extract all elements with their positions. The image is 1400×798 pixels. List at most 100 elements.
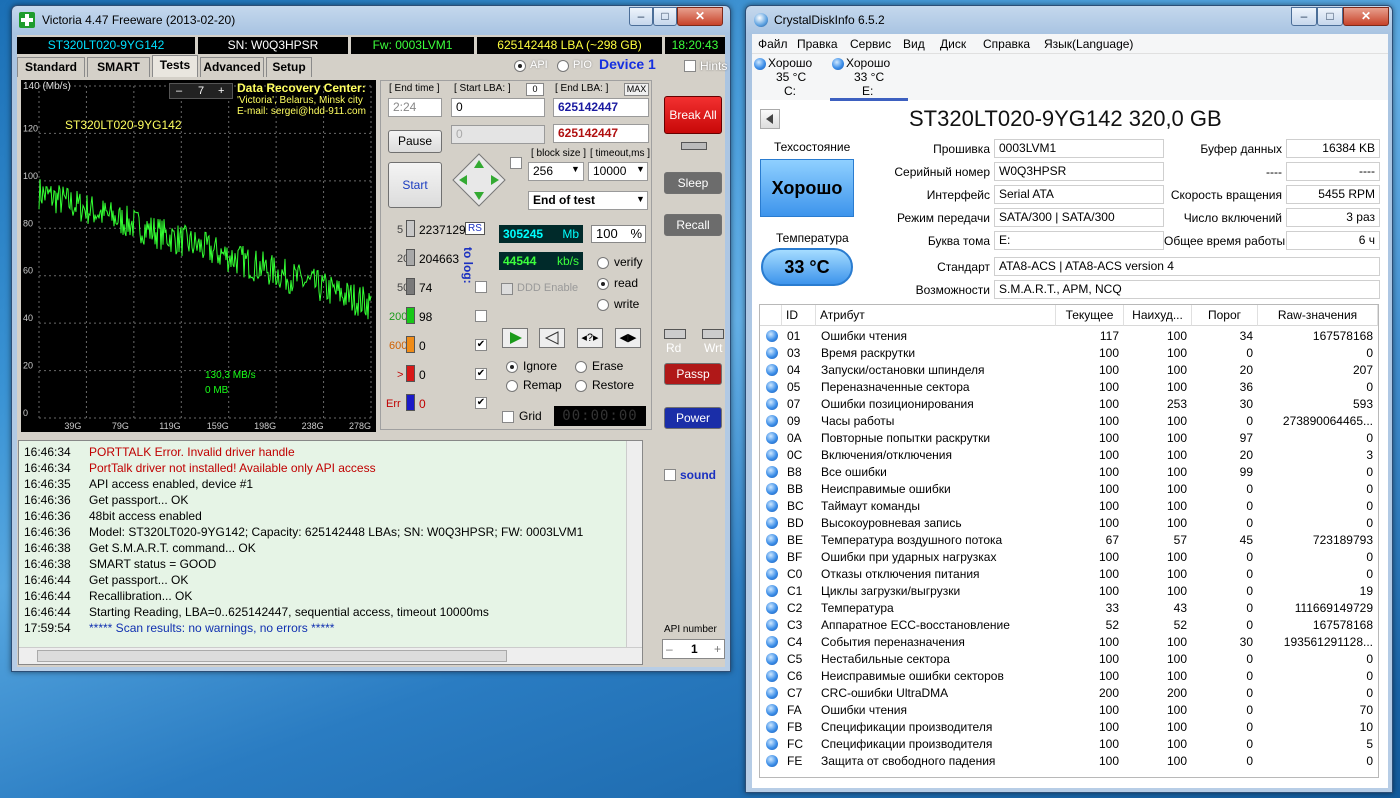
smart-header-3[interactable]: Наихуд... xyxy=(1124,305,1192,326)
smart-header-2[interactable]: Текущее xyxy=(1056,305,1124,326)
end-lba-max-button[interactable]: MAX xyxy=(624,83,649,96)
bin-log-checkbox[interactable]: ✔ xyxy=(475,397,487,409)
bin-log-checkbox[interactable]: ✔ xyxy=(475,368,487,380)
power-button[interactable]: Power xyxy=(664,407,722,429)
tab-setup[interactable]: Setup xyxy=(266,57,312,77)
menu-item-0[interactable]: Файл xyxy=(758,37,788,51)
smart-row[interactable]: BE Температура воздушного потока 67 57 45 723… xyxy=(760,532,1378,549)
sound-checkbox[interactable] xyxy=(664,469,676,481)
device-label[interactable]: Device 1 xyxy=(599,56,656,72)
smart-row[interactable]: 0A Повторные попытки раскрутки 100 100 97 0 xyxy=(760,430,1378,447)
smart-row[interactable]: C7 CRC-ошибки UltraDMA 200 200 0 0 xyxy=(760,685,1378,702)
smart-row[interactable]: FB Спецификации производителя 100 100 0 10 xyxy=(760,719,1378,736)
play-button[interactable] xyxy=(502,328,528,348)
start-button[interactable]: Start xyxy=(388,162,442,208)
verify-radio[interactable] xyxy=(597,257,609,269)
prev-disk-button[interactable] xyxy=(760,109,780,129)
menu-item-2[interactable]: Сервис xyxy=(850,37,891,51)
bin-log-checkbox[interactable]: ✔ xyxy=(475,339,487,351)
smart-row[interactable]: 09 Часы работы 100 100 0 273890064465... xyxy=(760,413,1378,430)
menu-item-5[interactable]: Справка xyxy=(983,37,1030,51)
close-button[interactable]: ✕ xyxy=(677,7,723,26)
smart-row[interactable]: C5 Нестабильные сектора 100 100 0 0 xyxy=(760,651,1378,668)
smart-row[interactable]: C3 Аппаратное ECC-восстановление 52 52 0 1675… xyxy=(760,617,1378,634)
api-radio[interactable] xyxy=(514,60,526,72)
break-all-button[interactable]: Break All xyxy=(664,96,722,134)
read-radio[interactable] xyxy=(597,278,609,290)
tab-advanced[interactable]: Advanced xyxy=(200,57,264,77)
end-button[interactable]: ◀▶ xyxy=(615,328,641,348)
pio-radio[interactable] xyxy=(557,60,569,72)
smart-row[interactable]: 03 Время раскрутки 100 100 0 0 xyxy=(760,345,1378,362)
direction-checkbox[interactable] xyxy=(510,157,522,169)
bin-log-checkbox[interactable] xyxy=(475,281,487,293)
menu-item-1[interactable]: Правка xyxy=(797,37,838,51)
log-hscrollbar[interactable] xyxy=(19,647,642,664)
rewind-question-button[interactable]: ◂?▸ xyxy=(577,328,603,348)
smart-row[interactable]: 05 Переназначенные сектора 100 100 36 0 xyxy=(760,379,1378,396)
smart-header-1[interactable]: Атрибут xyxy=(816,305,1056,326)
smart-row[interactable]: 01 Ошибки чтения 117 100 34 167578168 xyxy=(760,328,1378,345)
erase-radio[interactable] xyxy=(575,361,587,373)
end-lba-field-2[interactable]: 625142447 xyxy=(553,124,649,143)
end-lba-field[interactable]: 625142447 xyxy=(553,98,649,117)
log-vscrollbar[interactable] xyxy=(626,441,642,647)
drive-status[interactable]: Хорошо xyxy=(768,56,812,70)
ddd-checkbox[interactable] xyxy=(501,283,513,295)
menu-item-4[interactable]: Диск xyxy=(940,37,966,51)
hints-checkbox[interactable] xyxy=(684,60,696,72)
smart-row[interactable]: BC Таймаут команды 100 100 0 0 xyxy=(760,498,1378,515)
smart-row[interactable]: C4 События переназначения 100 100 30 19356129… xyxy=(760,634,1378,651)
tab-standard[interactable]: Standard xyxy=(17,57,85,77)
tab-smart[interactable]: SMART xyxy=(87,57,150,77)
start-lba-field[interactable]: 0 xyxy=(451,98,545,117)
end-time-field[interactable]: 2:24 xyxy=(388,98,442,117)
smart-row[interactable]: C0 Отказы отключения питания 100 100 0 0 xyxy=(760,566,1378,583)
write-radio[interactable] xyxy=(597,299,609,311)
smart-row[interactable]: FA Ошибки чтения 100 100 0 70 xyxy=(760,702,1378,719)
smart-row[interactable]: BD Высокоуровневая запись 100 100 0 0 xyxy=(760,515,1378,532)
end-of-test-select[interactable]: End of test xyxy=(528,191,648,210)
remap-radio[interactable] xyxy=(506,380,518,392)
smart-row[interactable]: C6 Неисправимые ошибки секторов 100 100 0 0 xyxy=(760,668,1378,685)
spin-plus[interactable]: + xyxy=(218,84,224,98)
smart-row[interactable]: BB Неисправимые ошибки 100 100 0 0 xyxy=(760,481,1378,498)
smart-row[interactable]: 07 Ошибки позиционирования 100 253 30 593 xyxy=(760,396,1378,413)
recall-button[interactable]: Recall xyxy=(664,214,722,236)
graph-spin-box[interactable]: – 7 + xyxy=(169,83,233,99)
minimize-button[interactable]: – xyxy=(1291,7,1317,26)
menu-item-3[interactable]: Вид xyxy=(903,37,925,51)
spin-minus[interactable]: – xyxy=(176,84,182,98)
sleep-button[interactable]: Sleep xyxy=(664,172,722,194)
tab-tests[interactable]: Tests xyxy=(152,55,198,77)
api-number-stepper[interactable]: – 1 + xyxy=(662,639,725,659)
smart-row[interactable]: C2 Температура 33 43 0 111669149729 xyxy=(760,600,1378,617)
minimize-button[interactable]: – xyxy=(629,7,653,26)
smart-row[interactable]: B8 Все ошибки 100 100 99 0 xyxy=(760,464,1378,481)
grid-checkbox[interactable] xyxy=(502,411,514,423)
maximize-button[interactable]: □ xyxy=(1317,7,1343,26)
maximize-button[interactable]: □ xyxy=(653,7,677,26)
smart-header-5[interactable]: Raw-значения xyxy=(1258,305,1378,326)
smart-row[interactable]: FC Спецификации производителя 100 100 0 5 xyxy=(760,736,1378,753)
log-hscroll-thumb[interactable] xyxy=(37,650,507,662)
stepper-minus[interactable]: – xyxy=(666,640,673,658)
smart-row[interactable]: C1 Циклы загрузки/выгрузки 100 100 0 19 xyxy=(760,583,1378,600)
bin-log-checkbox[interactable] xyxy=(475,310,487,322)
smart-row[interactable]: BF Ошибки при ударных нагрузках 100 100 0 0 xyxy=(760,549,1378,566)
close-button[interactable]: ✕ xyxy=(1343,7,1389,26)
smart-row[interactable]: 0C Включения/отключения 100 100 20 3 xyxy=(760,447,1378,464)
smart-row[interactable]: 04 Запуски/остановки шпинделя 100 100 20 207 xyxy=(760,362,1378,379)
smart-row[interactable]: FE Защита от свободного падения 100 100 0 0 xyxy=(760,753,1378,770)
menu-item-6[interactable]: Язык(Language) xyxy=(1044,37,1133,51)
passp-button[interactable]: Passp xyxy=(664,363,722,385)
restore-radio[interactable] xyxy=(575,380,587,392)
direction-pad[interactable] xyxy=(451,152,507,208)
smart-header-0[interactable]: ID xyxy=(782,305,816,326)
rs-button[interactable]: RS xyxy=(465,222,485,235)
smart-header-4[interactable]: Порог xyxy=(1192,305,1258,326)
pause-button[interactable]: Pause xyxy=(388,130,442,153)
drive-status[interactable]: Хорошо xyxy=(846,56,890,70)
ignore-radio[interactable] xyxy=(506,361,518,373)
stepper-plus[interactable]: + xyxy=(714,640,721,658)
